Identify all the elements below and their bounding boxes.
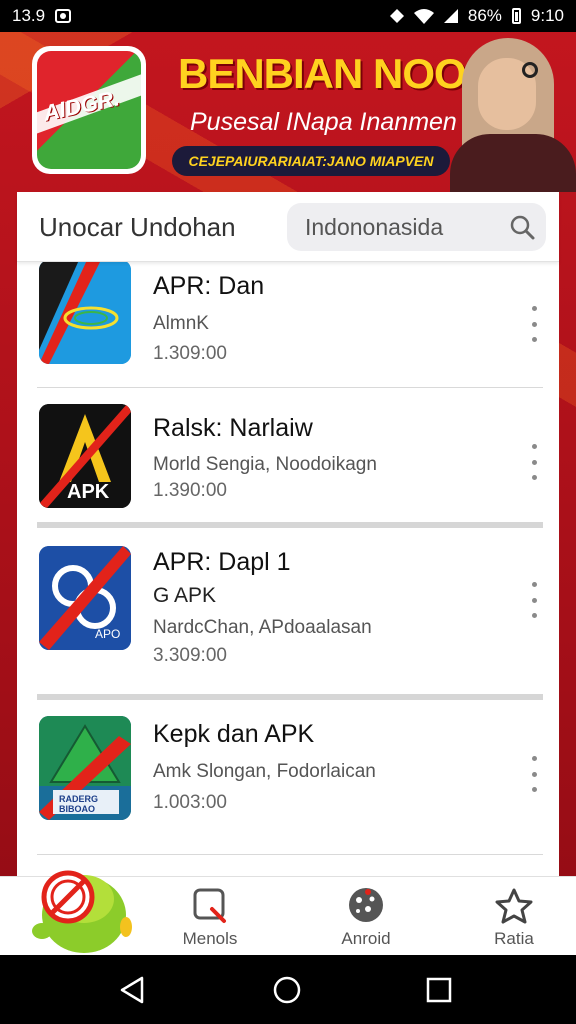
divider [37,387,543,388]
android-icon [349,888,383,922]
nav-menols[interactable]: Menols [160,887,260,949]
divider [37,522,543,528]
cell-signal-icon [443,9,458,23]
divider [37,694,543,700]
app-developer: Amk Slongan, Fodorlaican [153,761,376,782]
app-name: APR: Dapl 1 [153,548,291,576]
nav-label: Anroid [341,929,391,948]
wifi-icon [413,9,434,24]
battery-percent: 86% [467,6,502,25]
page-title: Unocar Undohan [39,212,236,242]
overflow-menu-icon[interactable] [525,306,543,342]
support-agent-image [450,32,576,192]
banner-tagline: CEJEPAIURARIAIAT:JANO MIAPVEN [172,146,450,176]
nav-ratia[interactable]: Ratia [464,887,564,949]
nav-label: Ratia [494,929,534,948]
divider [37,854,543,855]
app-name: APR: Dan [153,272,265,300]
svg-text:BIBOAO: BIBOAO [59,804,95,814]
status-time-left: 13.9 [12,6,46,25]
search-input[interactable]: Indononasida [287,203,546,251]
mascot-home-icon[interactable] [28,865,132,955]
headset-icon [522,62,538,78]
app-developer: AlmnK [153,313,209,334]
app-icon [39,262,131,364]
app-icon: APK [39,404,131,508]
search-icon[interactable] [508,213,536,241]
status-clock: 9:10 [530,6,564,25]
app-name: Ralsk: Narlaiw [153,414,313,442]
promo-banner[interactable]: AIDGR. BENBIAN NOOAI Pusesal INapa Inanm… [0,32,576,192]
card-header: Unocar Undohan Indononasida [17,192,559,262]
app-list: APR: Dan AlmnK 1.309:00 APK Ralsk: Narla… [17,262,559,892]
list-item[interactable]: APO APR: Dapl 1 G APK NardcChan, APdoaal… [17,532,559,692]
star-icon [495,888,533,924]
signal-icon [389,9,404,23]
nav-label: Menols [182,929,238,948]
app-downloads: 1.003:00 [153,792,227,813]
list-item[interactable]: APK Ralsk: Narlaiw Morld Sengia, Noodoik… [17,392,559,520]
status-bar: 13.9 86% 9:10 [0,0,576,32]
banner-subtitle: Pusesal INapa Inanmen [190,108,457,136]
bottom-navigation: Menols Anroid Ratia [0,870,576,955]
app-developer: NardcChan, APdoaalasan [153,617,372,638]
app-icon-label: RADERG [59,794,98,804]
back-icon[interactable] [118,975,148,1005]
app-list-card: Unocar Undohan Indononasida APR: Dan Alm… [17,192,559,892]
app-category: G APK [153,584,217,607]
recents-icon[interactable] [424,975,454,1005]
app-icon: APO [39,546,131,650]
search-icon [193,888,226,923]
home-icon[interactable] [272,975,302,1005]
apk-label: APK [67,481,110,503]
app-developer: Morld Sengia, Noodoikagn [153,454,377,475]
list-item[interactable]: APR: Dan AlmnK 1.309:00 [17,262,559,386]
overflow-menu-icon[interactable] [525,756,543,792]
notification-icon [55,9,72,23]
app-logo: AIDGR. [32,46,146,174]
overflow-menu-icon[interactable] [525,444,543,480]
app-icon: RADERG BIBOAO [39,716,131,820]
list-item[interactable]: RADERG BIBOAO Kepk dan APK Amk Slongan, … [17,704,559,852]
app-downloads: 1.390:00 [153,480,227,501]
logo-text: AIDGR. [41,85,122,126]
system-navigation-bar [0,955,576,1024]
battery-icon [511,8,521,24]
nav-anroid[interactable]: Anroid [316,887,416,949]
app-downloads: 1.309:00 [153,343,227,364]
overflow-menu-icon[interactable] [525,582,543,618]
app-downloads: 3.309:00 [153,645,227,666]
search-value: Indononasida [305,214,444,240]
app-icon-label: APO [95,627,120,641]
app-name: Kepk dan APK [153,720,315,748]
